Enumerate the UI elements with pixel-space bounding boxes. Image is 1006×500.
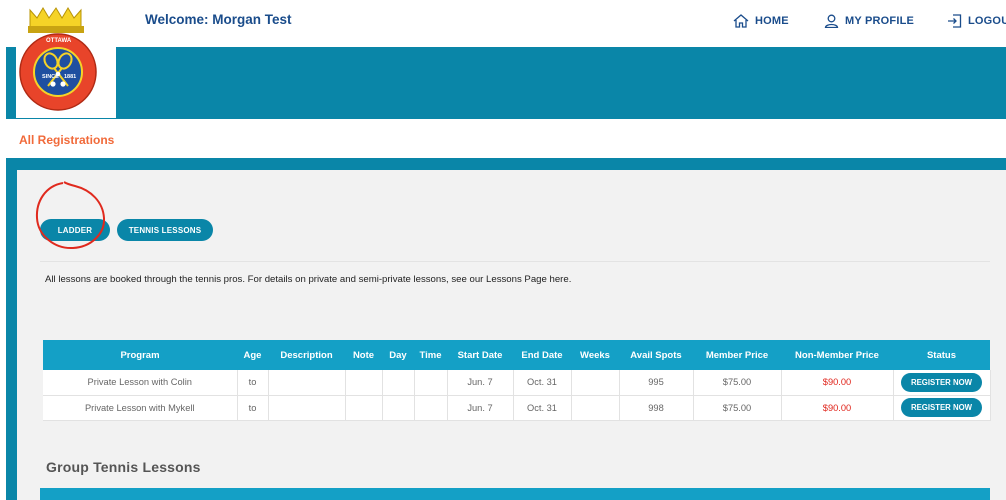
cell-status: REGISTER NOW (893, 370, 991, 396)
divider (40, 261, 990, 262)
cell-age: to (237, 395, 269, 421)
nav-home-label: HOME (755, 15, 789, 27)
top-bar: Welcome: Morgan Test HOME MY PROFILE LOG… (0, 0, 1006, 47)
col-age: Age (237, 340, 268, 370)
cell-day (382, 370, 415, 396)
nav-logout-label: LOGOU (968, 15, 1006, 27)
lessons-table: Program Age Description Note Day Time St… (43, 340, 991, 421)
cell-weeks (571, 395, 620, 421)
home-icon (733, 14, 749, 28)
header-banner (6, 47, 1006, 119)
logout-icon (948, 14, 962, 28)
cell-avail-spots: 998 (619, 395, 694, 421)
cell-start-date: Jun. 7 (447, 370, 514, 396)
col-program: Program (43, 340, 237, 370)
ladder-button[interactable]: LADDER (40, 219, 110, 241)
user-icon (824, 14, 839, 28)
nav-my-profile-label: MY PROFILE (845, 15, 915, 27)
cell-description (268, 370, 346, 396)
col-avail-spots: Avail Spots (619, 340, 693, 370)
cell-end-date: Oct. 31 (513, 395, 572, 421)
cell-status: REGISTER NOW (893, 395, 991, 421)
svg-text:SINCE: SINCE (42, 74, 59, 80)
nav-home[interactable]: HOME (733, 14, 789, 28)
group-lessons-heading: Group Tennis Lessons (46, 459, 201, 475)
tennis-lessons-button[interactable]: TENNIS LESSONS (117, 219, 213, 241)
cell-note (345, 370, 383, 396)
svg-text:OTTAWA: OTTAWA (46, 38, 72, 44)
cell-age: to (237, 370, 269, 396)
cell-program: Private Lesson with Mykell (43, 395, 238, 421)
col-member-price: Member Price (693, 340, 781, 370)
welcome-text: Welcome: Morgan Test (145, 12, 292, 27)
cell-non-member-price: $90.00 (781, 395, 894, 421)
cell-non-member-price: $90.00 (781, 370, 894, 396)
col-time: Time (414, 340, 447, 370)
col-non-member-price: Non-Member Price (781, 340, 893, 370)
col-description: Description (268, 340, 345, 370)
col-status: Status (893, 340, 990, 370)
cell-program: Private Lesson with Colin (43, 370, 238, 396)
nav-my-profile[interactable]: MY PROFILE (824, 14, 914, 28)
col-end-date: End Date (513, 340, 571, 370)
cell-description (268, 395, 346, 421)
register-now-button[interactable]: REGISTER NOW (900, 398, 983, 417)
page-title: All Registrations (19, 133, 115, 147)
cell-note (345, 395, 383, 421)
col-day: Day (382, 340, 414, 370)
cell-avail-spots: 995 (619, 370, 694, 396)
club-logo[interactable]: SINCE 1881 OTTAWA (16, 6, 116, 118)
col-start-date: Start Date (447, 340, 513, 370)
col-weeks: Weeks (571, 340, 619, 370)
group-table-header (40, 488, 990, 500)
table-header-row: Program Age Description Note Day Time St… (43, 340, 990, 370)
cell-member-price: $75.00 (693, 370, 782, 396)
cell-weeks (571, 370, 620, 396)
cell-end-date: Oct. 31 (513, 370, 572, 396)
nav-logout[interactable]: LOGOU (947, 14, 1006, 28)
col-note: Note (345, 340, 382, 370)
table-row: Private Lesson with Colin to Jun. 7 Oct.… (43, 370, 991, 396)
cell-start-date: Jun. 7 (447, 395, 514, 421)
register-now-button[interactable]: REGISTER NOW (900, 372, 983, 392)
svg-text:1881: 1881 (64, 74, 76, 80)
cell-member-price: $75.00 (693, 395, 782, 421)
cell-day (382, 395, 415, 421)
cell-time (414, 370, 448, 396)
cell-time (414, 395, 448, 421)
table-row: Private Lesson with Mykell to Jun. 7 Oct… (43, 395, 991, 421)
lessons-note: All lessons are booked through the tenni… (45, 274, 572, 285)
